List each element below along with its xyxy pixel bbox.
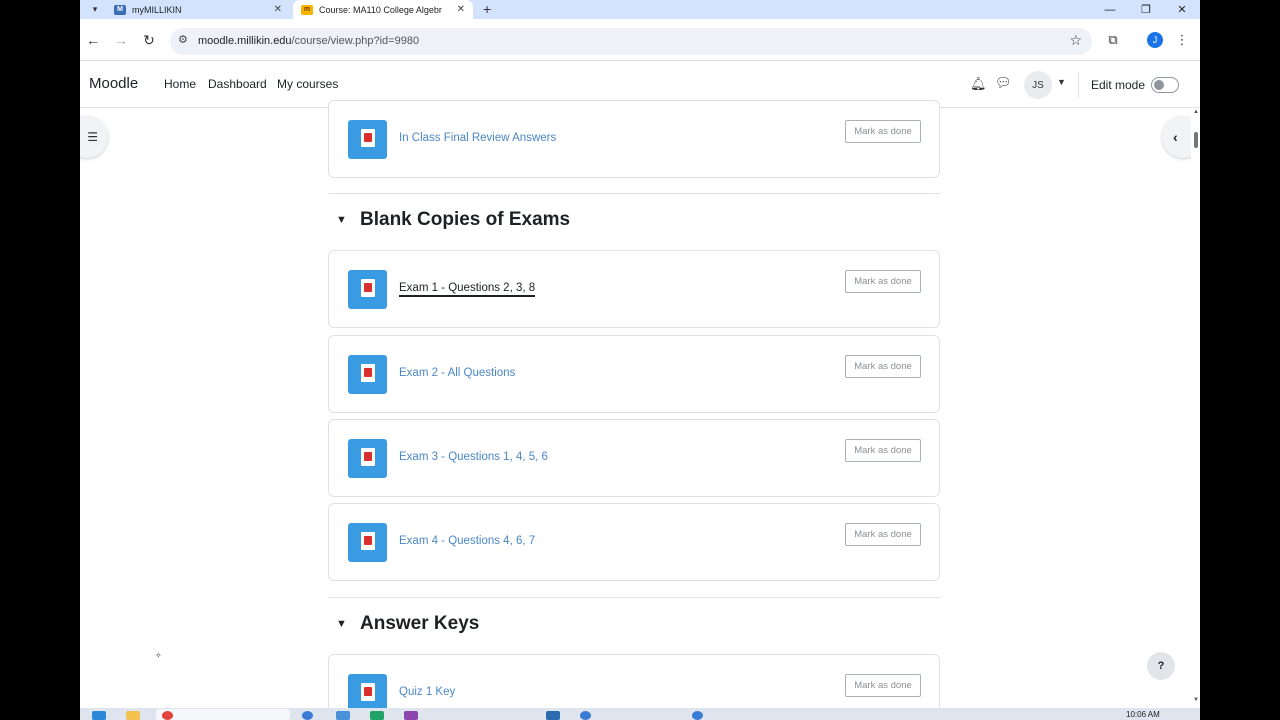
extensions-icon[interactable]: ⧉: [1100, 19, 1126, 61]
close-tab-icon[interactable]: ✕: [274, 0, 282, 19]
restore-icon[interactable]: ❐: [1128, 0, 1164, 19]
activity-card: Exam 2 - All Questions Mark as done: [328, 335, 940, 413]
activity-card: Exam 1 - Questions 2, 3, 8 Mark as done: [328, 250, 940, 328]
browser-icon[interactable]: [580, 711, 591, 720]
user-avatar[interactable]: JS: [1024, 71, 1052, 99]
scroll-up-icon[interactable]: ▲: [1193, 109, 1199, 115]
mark-as-done-button[interactable]: Mark as done: [845, 270, 921, 293]
chevron-down-icon[interactable]: ▼: [1057, 77, 1066, 87]
mark-as-done-button[interactable]: Mark as done: [845, 523, 921, 546]
activity-link[interactable]: Exam 3 - Questions 1, 4, 5, 6: [399, 451, 548, 463]
tab-mymillikin[interactable]: M myMILLIKIN ✕: [110, 0, 290, 19]
mark-as-done-button[interactable]: Mark as done: [845, 120, 921, 143]
new-tab-icon[interactable]: +: [483, 0, 491, 19]
address-bar[interactable]: ⚙ moodle.millikin.edu/course/view.php?id…: [170, 28, 1092, 55]
activity-card: Exam 4 - Questions 4, 6, 7 Mark as done: [328, 503, 940, 581]
messages-chat-icon[interactable]: 💬︎: [995, 75, 1012, 91]
url-path: /course/view.php?id=9980: [291, 35, 420, 47]
mark-as-done-button[interactable]: Mark as done: [845, 674, 921, 697]
onenote-icon[interactable]: [404, 711, 418, 720]
list-icon: ☰: [87, 130, 98, 144]
moodle-brand[interactable]: Moodle: [89, 75, 138, 92]
file-explorer-icon[interactable]: [126, 711, 140, 720]
tab-title: myMILLIKIN: [132, 4, 182, 15]
profile-avatar: J: [1147, 32, 1163, 48]
help-button[interactable]: ?: [1147, 652, 1175, 680]
page-scrollbar[interactable]: [1191, 108, 1200, 708]
mark-as-done-button[interactable]: Mark as done: [845, 355, 921, 378]
pdf-file-icon: [348, 439, 387, 478]
pdf-file-icon: [348, 120, 387, 159]
close-tab-icon[interactable]: ✕: [457, 0, 465, 19]
url-host: moodle.millikin.edu: [198, 35, 292, 47]
section-title[interactable]: ▼ Blank Copies of Exams: [336, 209, 570, 231]
edit-mode-label: Edit mode: [1091, 78, 1146, 92]
divider: [1078, 72, 1079, 98]
pdf-file-icon: [348, 355, 387, 394]
close-window-icon[interactable]: ✕: [1164, 0, 1200, 19]
activity-link[interactable]: Quiz 1 Key: [399, 686, 455, 698]
address-bar-row: ← → ↻ ⚙ moodle.millikin.edu/course/view.…: [80, 19, 1200, 61]
section-title-text: Blank Copies of Exams: [360, 209, 571, 230]
chevron-down-icon[interactable]: ▼: [336, 618, 350, 630]
section-divider: [328, 193, 940, 194]
activity-link[interactable]: Exam 2 - All Questions: [399, 367, 515, 379]
moodle-icon: m: [301, 4, 313, 15]
tab-search-icon[interactable]: ▾: [84, 0, 106, 19]
nav-home[interactable]: Home: [164, 77, 196, 91]
clock-time[interactable]: 10:06 AM: [1126, 710, 1160, 719]
section-title[interactable]: ▼ Answer Keys: [336, 613, 479, 635]
forward-icon[interactable]: →: [108, 19, 134, 61]
app-icon[interactable]: [546, 711, 560, 720]
chevron-left-icon: ‹: [1173, 129, 1178, 145]
back-icon[interactable]: ←: [80, 19, 106, 61]
reload-icon[interactable]: ↻: [136, 19, 162, 61]
taskbar: 10:06 AM: [80, 708, 1200, 720]
chevron-down-icon[interactable]: ▼: [336, 214, 350, 226]
scrollbar-thumb[interactable]: [1194, 132, 1198, 148]
section-title-text: Answer Keys: [360, 613, 480, 634]
pdf-file-icon: [348, 523, 387, 562]
tab-title: Course: MA110 College Algebr: [319, 4, 442, 15]
outlook-icon[interactable]: [336, 711, 350, 720]
site-info-icon[interactable]: ⚙: [178, 33, 188, 46]
bookmark-star-icon[interactable]: ☆: [1069, 32, 1082, 49]
section-divider: [328, 597, 940, 598]
millikin-icon: M: [114, 4, 126, 15]
tab-course[interactable]: m Course: MA110 College Algebr ✕: [293, 0, 473, 19]
browser-menu-icon[interactable]: ⋮: [1169, 19, 1195, 61]
notifications-bell-icon[interactable]: 🔔︎: [970, 76, 987, 92]
activity-link[interactable]: Exam 4 - Questions 4, 6, 7: [399, 535, 535, 547]
tab-strip: ▾ M myMILLIKIN ✕ m Course: MA110 College…: [80, 0, 1200, 19]
start-windows-icon[interactable]: [92, 711, 106, 720]
taskbar-active-app[interactable]: [156, 709, 290, 720]
mark-as-done-button[interactable]: Mark as done: [845, 439, 921, 462]
nav-my-courses[interactable]: My courses: [277, 77, 338, 91]
pdf-file-icon: [348, 270, 387, 309]
minimize-icon[interactable]: —: [1092, 0, 1128, 19]
scroll-down-icon[interactable]: ▼: [1193, 697, 1199, 703]
course-index-toggle[interactable]: ☰: [80, 116, 108, 158]
activity-link[interactable]: In Class Final Review Answers: [399, 132, 556, 144]
excel-icon[interactable]: [370, 711, 384, 720]
profile-button[interactable]: J: [1142, 19, 1168, 61]
mouse-cursor-icon: ✧: [155, 651, 162, 660]
app-icon[interactable]: [692, 711, 703, 720]
browser-window: ▾ M myMILLIKIN ✕ m Course: MA110 College…: [80, 0, 1200, 720]
edge-icon[interactable]: [302, 711, 313, 720]
edit-mode-toggle[interactable]: [1151, 77, 1179, 93]
nav-dashboard[interactable]: Dashboard: [208, 77, 267, 91]
chrome-icon[interactable]: [162, 711, 173, 720]
url-text[interactable]: moodle.millikin.edu/course/view.php?id=9…: [198, 35, 419, 47]
activity-link[interactable]: Exam 1 - Questions 2, 3, 8: [399, 282, 536, 297]
activity-card: Exam 3 - Questions 1, 4, 5, 6 Mark as do…: [328, 419, 940, 497]
activity-card: In Class Final Review Answers Mark as do…: [328, 100, 940, 178]
